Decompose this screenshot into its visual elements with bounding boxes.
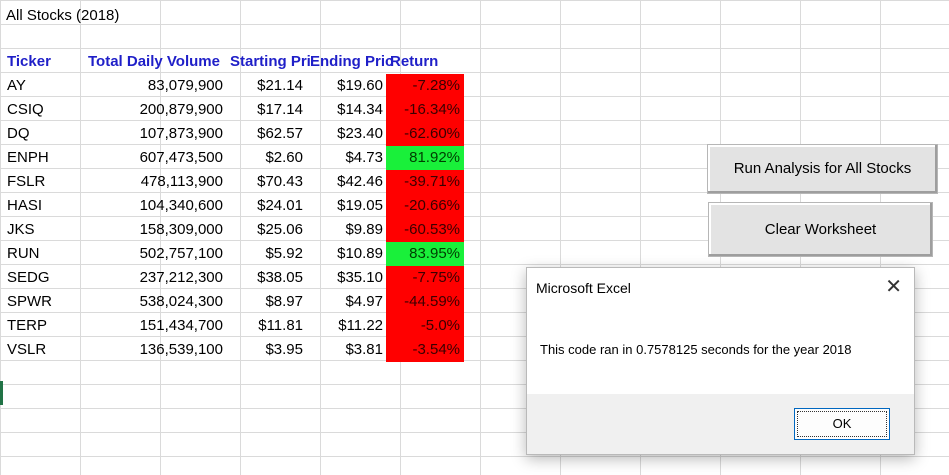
cell-starting-price[interactable]: $38.05	[225, 266, 305, 290]
cell-ending-price[interactable]: $9.89	[305, 218, 385, 242]
cell-ending-price[interactable]: $35.10	[305, 266, 385, 290]
cell-volume[interactable]: 104,340,600	[83, 194, 225, 218]
cell-volume[interactable]: 200,879,900	[83, 98, 225, 122]
cell-starting-price[interactable]: $3.95	[225, 338, 305, 362]
cell-return[interactable]: -16.34%	[386, 98, 464, 122]
cell-starting-price[interactable]: $21.14	[225, 74, 305, 98]
cell-return[interactable]: -5.0%	[386, 314, 464, 338]
cell-return[interactable]: -62.60%	[386, 122, 464, 146]
cell-ticker[interactable]: JKS	[7, 218, 83, 242]
cell-starting-price[interactable]: $70.43	[225, 170, 305, 194]
cell-starting-price[interactable]: $24.01	[225, 194, 305, 218]
cell-ticker[interactable]: AY	[7, 74, 83, 98]
cell-starting-price[interactable]: $2.60	[225, 146, 305, 170]
cell-ending-price[interactable]: $10.89	[305, 242, 385, 266]
cell-volume[interactable]: 502,757,100	[83, 242, 225, 266]
cell-volume[interactable]: 136,539,100	[83, 338, 225, 362]
dialog-message: This code ran in 0.7578125 seconds for t…	[540, 342, 852, 357]
header-total-daily-volume: Total Daily Volume	[88, 53, 220, 70]
cell-return[interactable]: -20.66%	[386, 194, 464, 218]
cell-volume[interactable]: 107,873,900	[83, 122, 225, 146]
cell-ending-price[interactable]: $4.73	[305, 146, 385, 170]
cell-starting-price[interactable]: $17.14	[225, 98, 305, 122]
cell-volume[interactable]: 607,473,500	[83, 146, 225, 170]
message-dialog: Microsoft Excel ✕ This code ran in 0.757…	[526, 267, 915, 455]
active-cell-marker	[0, 381, 3, 405]
cell-ending-price[interactable]: $14.34	[305, 98, 385, 122]
cell-return[interactable]: -3.54%	[386, 338, 464, 362]
dialog-footer: OK	[527, 394, 914, 454]
cell-volume[interactable]: 158,309,000	[83, 218, 225, 242]
cell-ending-price[interactable]: $19.05	[305, 194, 385, 218]
ok-button[interactable]: OK	[794, 408, 890, 440]
cell-ending-price[interactable]: $4.97	[305, 290, 385, 314]
header-ending-price: Ending Pric	[310, 53, 394, 70]
cell-ticker[interactable]: SPWR	[7, 290, 83, 314]
cell-ending-price[interactable]: $11.22	[305, 314, 385, 338]
dialog-title: Microsoft Excel	[536, 280, 631, 296]
cell-return[interactable]: -44.59%	[386, 290, 464, 314]
close-icon[interactable]: ✕	[885, 276, 902, 298]
cell-volume[interactable]: 151,434,700	[83, 314, 225, 338]
cell-volume[interactable]: 83,079,900	[83, 74, 225, 98]
header-starting-price: Starting Pri	[230, 53, 311, 70]
cell-starting-price[interactable]: $5.92	[225, 242, 305, 266]
cell-ticker[interactable]: VSLR	[7, 338, 83, 362]
cell-ticker[interactable]: CSIQ	[7, 98, 83, 122]
cell-ticker[interactable]: TERP	[7, 314, 83, 338]
cell-ending-price[interactable]: $19.60	[305, 74, 385, 98]
cell-return[interactable]: -39.71%	[386, 170, 464, 194]
cell-volume[interactable]: 538,024,300	[83, 290, 225, 314]
cell-return[interactable]: 83.95%	[386, 242, 464, 266]
cell-return[interactable]: 81.92%	[386, 146, 464, 170]
cell-starting-price[interactable]: $62.57	[225, 122, 305, 146]
cell-volume[interactable]: 237,212,300	[83, 266, 225, 290]
cell-volume[interactable]: 478,113,900	[83, 170, 225, 194]
cell-ticker[interactable]: SEDG	[7, 266, 83, 290]
cell-ticker[interactable]: HASI	[7, 194, 83, 218]
cell-return[interactable]: -60.53%	[386, 218, 464, 242]
cell-ticker[interactable]: RUN	[7, 242, 83, 266]
header-ticker: Ticker	[7, 53, 51, 70]
sheet-title: All Stocks (2018)	[6, 7, 120, 24]
cell-ending-price[interactable]: $3.81	[305, 338, 385, 362]
header-return: Return	[390, 53, 439, 70]
clear-worksheet-button[interactable]: Clear Worksheet	[708, 202, 933, 257]
cell-return[interactable]: -7.28%	[386, 74, 464, 98]
cell-ticker[interactable]: FSLR	[7, 170, 83, 194]
cell-starting-price[interactable]: $8.97	[225, 290, 305, 314]
cell-ticker[interactable]: DQ	[7, 122, 83, 146]
cell-return[interactable]: -7.75%	[386, 266, 464, 290]
cell-ending-price[interactable]: $23.40	[305, 122, 385, 146]
cell-ending-price[interactable]: $42.46	[305, 170, 385, 194]
cell-starting-price[interactable]: $11.81	[225, 314, 305, 338]
run-analysis-button[interactable]: Run Analysis for All Stocks	[707, 144, 938, 194]
cell-ticker[interactable]: ENPH	[7, 146, 83, 170]
cell-starting-price[interactable]: $25.06	[225, 218, 305, 242]
